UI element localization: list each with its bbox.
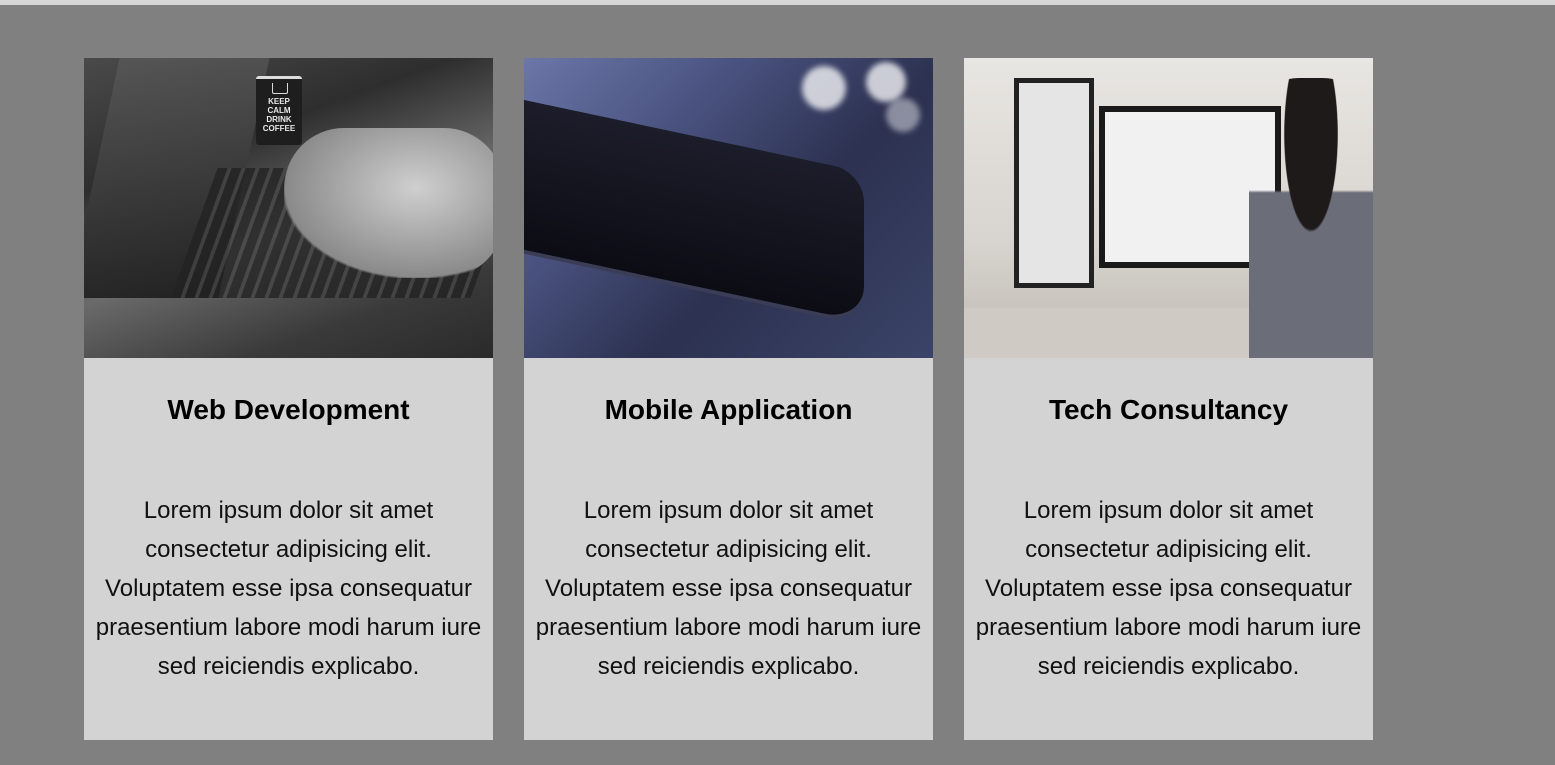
coffee-mug: KEEP CALM DRINK COFFEE — [256, 76, 302, 145]
office-workstation-image — [964, 58, 1373, 358]
mug-text: KEEP CALM DRINK COFFEE — [262, 97, 296, 133]
card-title: Tech Consultancy — [1048, 394, 1289, 425]
card-description: Lorem ipsum dolor sit amet consectetur a… — [95, 497, 482, 680]
card-description: Lorem ipsum dolor sit amet consectetur a… — [535, 497, 922, 680]
card-title: Web Development — [167, 394, 410, 425]
service-card-mobile-application: Mobile Application Lorem ipsum dolor sit… — [524, 58, 933, 740]
service-card-tech-consultancy: Tech Consultancy Lorem ipsum dolor sit a… — [964, 58, 1373, 740]
smartphone-image — [524, 58, 933, 358]
card-title: Mobile Application — [604, 394, 853, 425]
top-bar — [0, 0, 1555, 5]
laptop-typing-image: KEEP CALM DRINK COFFEE — [84, 58, 493, 358]
service-card-web-development: KEEP CALM DRINK COFFEE Web Development L… — [84, 58, 493, 740]
card-description: Lorem ipsum dolor sit amet consectetur a… — [975, 497, 1362, 680]
crown-icon — [272, 83, 288, 94]
